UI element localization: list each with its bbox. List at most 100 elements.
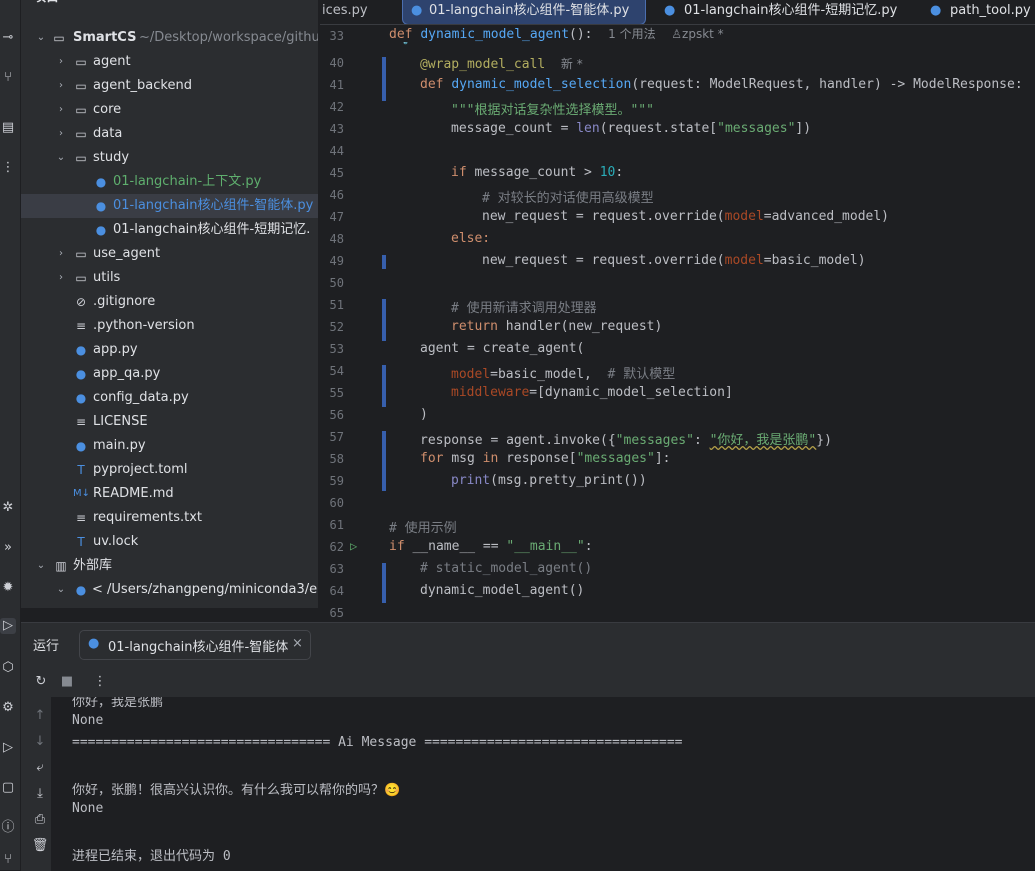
tree-item-label: 01-langchain核心组件-智能体.py bbox=[113, 198, 314, 213]
tree-item-label: README.md bbox=[93, 486, 174, 501]
stop-icon[interactable]: ■ bbox=[58, 673, 76, 691]
run-tab-label: 01-langchain核心组件-智能体 bbox=[108, 640, 289, 655]
chevron-down-icon[interactable]: ⌄ bbox=[55, 578, 67, 602]
tree-item-label: agent_backend bbox=[93, 78, 192, 93]
tree-item[interactable]: ≡ requirements.txt bbox=[21, 506, 318, 530]
todo-icon[interactable]: ⓘ bbox=[0, 820, 16, 836]
change-marker[interactable] bbox=[382, 365, 386, 407]
tab-services[interactable]: ices.py bbox=[322, 0, 368, 24]
folder-icon: ▭ bbox=[53, 31, 65, 45]
tree-item[interactable]: ● config_data.py bbox=[21, 386, 318, 410]
chevron-right-icon[interactable]: › bbox=[55, 98, 67, 122]
trash-icon[interactable]: 🗑 bbox=[31, 837, 49, 855]
more-options-icon[interactable]: ⋮ bbox=[91, 673, 109, 691]
tree-item[interactable]: M↓ README.md bbox=[21, 482, 318, 506]
tree-item[interactable]: › ▭ use_agent bbox=[21, 242, 318, 266]
change-marker[interactable] bbox=[382, 299, 386, 341]
chevron-right-icon[interactable]: › bbox=[55, 242, 67, 266]
python-icon: ● bbox=[75, 343, 87, 357]
debug-icon[interactable]: ✹ bbox=[0, 580, 16, 596]
chevron-right-icon[interactable]: › bbox=[55, 50, 67, 74]
structure-icon[interactable]: ▤ bbox=[0, 120, 16, 136]
tree-item[interactable]: › ▭ agent_backend bbox=[21, 74, 318, 98]
scroll-up-icon[interactable]: ↑ bbox=[31, 707, 49, 725]
git-branch-icon[interactable]: ⑂ bbox=[0, 70, 16, 86]
code-line: return handler(new_request) bbox=[451, 319, 663, 334]
code-editor[interactable]: ▷ 💡 def dynamic_model_agent(): 1 个用法 ♙zp… bbox=[320, 25, 1035, 617]
tree-item[interactable]: Tpyproject.toml bbox=[21, 458, 318, 482]
change-marker[interactable] bbox=[382, 57, 386, 101]
tree-root-smartcs[interactable]: ⌄ ▭ SmartCS ~/Desktop/workspace/githu bbox=[21, 26, 318, 50]
python-packages-icon[interactable]: ⬡ bbox=[0, 660, 16, 676]
tree-item[interactable]: › ▭ data bbox=[21, 122, 318, 146]
more-icon[interactable]: ⋮ bbox=[0, 160, 16, 176]
tree-item[interactable]: ● 01-langchain-上下文.py bbox=[21, 170, 318, 194]
tree-python-sdk[interactable]: ⌄ ● < /Users/zhangpeng/miniconda3/e bbox=[21, 578, 318, 602]
console-line: None bbox=[72, 801, 104, 816]
tree-item[interactable]: ● app_qa.py bbox=[21, 362, 318, 386]
chevron-down-icon[interactable]: ⌄ bbox=[35, 26, 47, 50]
code-line: else: bbox=[451, 231, 491, 246]
project-panel-title: 项目 bbox=[33, 0, 59, 10]
chevron-down-icon[interactable]: ⌄ bbox=[35, 554, 47, 578]
ai-assistant-icon[interactable]: ✲ bbox=[0, 500, 16, 516]
tree-item-label: app.py bbox=[93, 342, 138, 357]
tool-window-strip: ⊸ ⑂ ▤ ⋮ ✲ » ✹ ▷ ⬡ ⚙ ▷ ▢ ⓘ ⑂ bbox=[0, 0, 21, 870]
console-output[interactable]: 你好，我是张鹏 None ===========================… bbox=[51, 697, 1035, 871]
run-panel-title: 运行 bbox=[33, 639, 60, 654]
tree-item-label: LICENSE bbox=[93, 414, 148, 429]
tree-item[interactable]: ⊘ .gitignore bbox=[21, 290, 318, 314]
run-gutter-icon[interactable]: ▷ bbox=[350, 539, 357, 553]
line-number: 63 bbox=[329, 562, 344, 576]
print-icon[interactable]: ⎙ bbox=[31, 811, 49, 829]
python-icon: ● bbox=[95, 223, 107, 237]
services-icon[interactable]: » bbox=[0, 540, 16, 556]
tree-item[interactable]: › ▭ core bbox=[21, 98, 318, 122]
scroll-to-end-icon[interactable]: ⤓ bbox=[31, 785, 49, 803]
close-icon[interactable]: × bbox=[292, 636, 303, 651]
problems-icon[interactable]: ▢ bbox=[0, 780, 16, 796]
tree-item[interactable]: ● app.py bbox=[21, 338, 318, 362]
chevron-down-icon[interactable]: ⌄ bbox=[55, 146, 67, 170]
commit-icon[interactable]: ⊸ bbox=[0, 30, 16, 46]
tree-item[interactable]: › ▭ utils bbox=[21, 266, 318, 290]
python-console-icon[interactable]: ⚙ bbox=[0, 700, 16, 716]
folder-icon: ▭ bbox=[75, 271, 87, 285]
code-line: # static_model_agent() bbox=[420, 561, 593, 576]
toml-file-icon: T bbox=[77, 463, 85, 477]
line-number: 55 bbox=[329, 386, 344, 400]
folder-icon: ▭ bbox=[75, 247, 87, 261]
tab-label: ices.py bbox=[322, 3, 368, 18]
code-line: dynamic_model_agent() bbox=[420, 583, 585, 598]
change-marker[interactable] bbox=[382, 255, 386, 269]
line-number: 43 bbox=[329, 122, 344, 136]
terminal-icon[interactable]: ▷ bbox=[0, 740, 16, 756]
scroll-down-icon[interactable]: ↓ bbox=[31, 733, 49, 751]
tree-item[interactable]: ● 01-langchain核心组件-智能体.py bbox=[21, 194, 318, 218]
tree-item-label: uv.lock bbox=[93, 534, 139, 549]
tree-item-label: use_agent bbox=[93, 246, 161, 261]
tree-item[interactable]: Tuv.lock bbox=[21, 530, 318, 554]
code-line: for msg in response["messages"]: bbox=[420, 451, 671, 466]
tree-item[interactable]: ≡ LICENSE bbox=[21, 410, 318, 434]
change-marker[interactable] bbox=[382, 431, 386, 491]
tree-item[interactable]: ● 01-langchain核心组件-短期记忆. bbox=[21, 218, 318, 242]
code-line: agent = create_agent( bbox=[420, 341, 585, 356]
code-line: print(msg.pretty_print()) bbox=[451, 473, 647, 488]
tree-item[interactable]: ≡ .python-version bbox=[21, 314, 318, 338]
tree-item[interactable]: ● main.py bbox=[21, 434, 318, 458]
tree-external-libraries[interactable]: ⌄ ▥ 外部库 bbox=[21, 554, 318, 578]
soft-wrap-icon[interactable]: ⤶ bbox=[31, 759, 49, 777]
tree-item[interactable]: › ▭ agent bbox=[21, 50, 318, 74]
tree-item[interactable]: ⌄ ▭ study bbox=[21, 146, 318, 170]
chevron-right-icon[interactable]: › bbox=[55, 74, 67, 98]
version-control-icon[interactable]: ⑂ bbox=[0, 852, 16, 868]
rerun-icon[interactable]: ↻ bbox=[32, 673, 50, 691]
change-marker[interactable] bbox=[382, 563, 386, 603]
chevron-right-icon[interactable]: › bbox=[55, 266, 67, 290]
folder-icon: ▭ bbox=[75, 127, 87, 141]
chevron-right-icon[interactable]: › bbox=[55, 122, 67, 146]
run-tool-icon[interactable]: ▷ bbox=[0, 618, 16, 634]
run-tab-agent[interactable]: ● 01-langchain核心组件-智能体 × bbox=[79, 630, 311, 660]
tab-agent-active[interactable]: ● 01-langchain核心组件-智能体.py bbox=[402, 0, 646, 24]
